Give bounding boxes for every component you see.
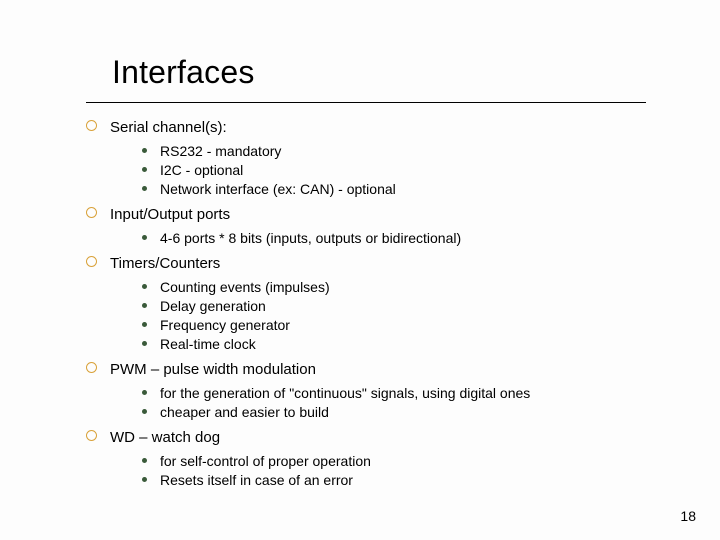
list-item: Counting events (impulses) (142, 278, 656, 297)
sub-list: 4-6 ports * 8 bits (inputs, outputs or b… (110, 229, 656, 248)
slide: Interfaces Serial channel(s): RS232 - ma… (0, 0, 720, 540)
list-item: cheaper and easier to build (142, 403, 656, 422)
list-item: Delay generation (142, 297, 656, 316)
dot-icon (142, 322, 147, 327)
section: Input/Output ports 4-6 ports * 8 bits (i… (86, 205, 656, 248)
sub-list: RS232 - mandatory I2C - optional Network… (110, 142, 656, 199)
dot-icon (142, 148, 147, 153)
item-text: for self-control of proper operation (160, 453, 371, 469)
sub-list: for self-control of proper operation Res… (110, 452, 656, 490)
hollow-circle-icon (86, 362, 97, 373)
item-text: RS232 - mandatory (160, 143, 281, 159)
list-item: for self-control of proper operation (142, 452, 656, 471)
item-text: Frequency generator (160, 317, 290, 333)
list-item: Resets itself in case of an error (142, 471, 656, 490)
section: Serial channel(s): RS232 - mandatory I2C… (86, 118, 656, 199)
section: PWM – pulse width modulation for the gen… (86, 360, 656, 422)
dot-icon (142, 235, 147, 240)
list-item: RS232 - mandatory (142, 142, 656, 161)
dot-icon (142, 303, 147, 308)
main-list: Serial channel(s): RS232 - mandatory I2C… (86, 118, 656, 490)
dot-icon (142, 186, 147, 191)
dot-icon (142, 458, 147, 463)
section: WD – watch dog for self-control of prope… (86, 428, 656, 490)
item-text: for the generation of "continuous" signa… (160, 385, 530, 401)
item-text: Network interface (ex: CAN) - optional (160, 181, 396, 197)
page-number: 18 (680, 508, 696, 524)
item-text: I2C - optional (160, 162, 243, 178)
slide-content: Serial channel(s): RS232 - mandatory I2C… (86, 118, 656, 496)
hollow-circle-icon (86, 120, 97, 131)
dot-icon (142, 284, 147, 289)
item-text: Real-time clock (160, 336, 256, 352)
slide-title: Interfaces (112, 54, 255, 91)
dot-icon (142, 167, 147, 172)
sub-list: Counting events (impulses) Delay generat… (110, 278, 656, 354)
dot-icon (142, 477, 147, 482)
dot-icon (142, 409, 147, 414)
list-item: 4-6 ports * 8 bits (inputs, outputs or b… (142, 229, 656, 248)
section-heading: PWM – pulse width modulation (110, 361, 316, 378)
item-text: 4-6 ports * 8 bits (inputs, outputs or b… (160, 230, 461, 246)
title-underline (86, 102, 646, 103)
list-item: Network interface (ex: CAN) - optional (142, 180, 656, 199)
dot-icon (142, 341, 147, 346)
section-heading: WD – watch dog (110, 429, 220, 446)
section: Timers/Counters Counting events (impulse… (86, 254, 656, 354)
sub-list: for the generation of "continuous" signa… (110, 384, 656, 422)
list-item: for the generation of "continuous" signa… (142, 384, 656, 403)
item-text: Resets itself in case of an error (160, 472, 353, 488)
hollow-circle-icon (86, 256, 97, 267)
list-item: I2C - optional (142, 161, 656, 180)
hollow-circle-icon (86, 430, 97, 441)
list-item: Real-time clock (142, 335, 656, 354)
section-heading: Timers/Counters (110, 255, 220, 272)
list-item: Frequency generator (142, 316, 656, 335)
hollow-circle-icon (86, 207, 97, 218)
section-heading: Serial channel(s): (110, 119, 227, 136)
item-text: Counting events (impulses) (160, 279, 330, 295)
item-text: Delay generation (160, 298, 266, 314)
dot-icon (142, 390, 147, 395)
item-text: cheaper and easier to build (160, 404, 329, 420)
section-heading: Input/Output ports (110, 206, 230, 223)
